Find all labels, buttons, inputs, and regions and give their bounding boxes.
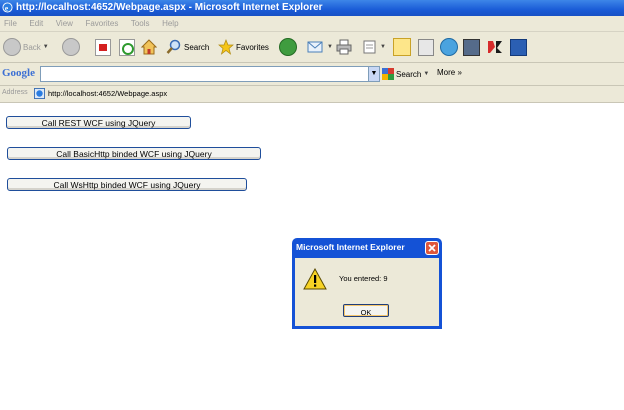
search-button[interactable]: Search [166,37,209,57]
back-label: Back [23,42,41,52]
mail-icon [307,41,323,53]
research-icon [418,38,434,56]
stop-button[interactable] [95,37,111,57]
menu-bar: File Edit View Favorites Tools Help [0,16,624,32]
star-icon [218,39,234,55]
google-toolbar: Google ▼ Search ▼ More » [0,63,624,86]
google-search-input[interactable] [40,66,372,82]
print-button[interactable] [336,37,352,57]
chevron-down-icon: ▼ [423,71,430,77]
addon-button-2[interactable] [487,37,503,57]
chevron-down-icon: ▼ [42,44,49,50]
notes-button[interactable] [393,37,411,57]
edit-page-icon [363,40,376,54]
back-arrow-icon [3,38,21,56]
google-more-button[interactable]: More » [437,68,462,77]
refresh-button[interactable] [119,37,135,57]
research-button[interactable] [418,37,434,57]
addon-button-1[interactable] [463,37,480,57]
menu-help[interactable]: Help [162,16,178,31]
window-icon [510,38,527,56]
address-label: Address [2,89,28,96]
home-icon [141,39,157,55]
google-search-icon [382,68,394,80]
tool-icon [463,38,480,56]
google-search-label: Search [396,69,422,79]
favorites-label: Favorites [236,42,269,52]
dialog-close-button[interactable] [425,241,439,255]
mail-button[interactable]: ▼ [307,37,333,57]
forward-button[interactable] [62,37,80,57]
addon-button-3[interactable] [510,37,527,57]
notes-icon [393,38,411,56]
dialog-body: You entered: 9 OK [295,258,439,326]
call-wshttp-wcf-button[interactable]: Call WsHttp binded WCF using JQuery [7,178,247,191]
window-title: http://localhost:4652/Webpage.aspx - Mic… [16,2,323,13]
ok-button[interactable]: OK [343,304,389,317]
alert-dialog: Microsoft Internet Explorer You entered:… [292,238,442,329]
stop-icon [95,38,111,56]
google-logo: Google [2,67,35,79]
search-label: Search [184,42,210,52]
history-button[interactable] [279,37,297,57]
page-icon [34,88,45,99]
call-rest-wcf-button[interactable]: Call REST WCF using JQuery [6,116,191,129]
edit-button[interactable]: ▼ [362,37,386,57]
title-bar: e http://localhost:4652/Webpage.aspx - M… [0,0,624,16]
dialog-message: You entered: 9 [339,274,388,283]
antivirus-icon [488,41,502,53]
back-button[interactable]: Back ▼ [3,37,49,57]
call-basichttp-wcf-button[interactable]: Call BasicHttp binded WCF using JQuery [7,147,261,160]
google-search-dropdown[interactable]: ▼ [368,66,380,82]
forward-arrow-icon [62,38,80,56]
warning-icon [303,268,327,290]
address-bar: Address http://localhost:4652/Webpage.as… [0,86,624,103]
menu-file[interactable]: File [4,16,17,31]
menu-tools[interactable]: Tools [131,16,150,31]
history-icon [279,38,297,56]
google-search-button[interactable]: Search ▼ [382,68,429,80]
standard-toolbar: Back ▼ Search Favorites ▼ ▼ [0,32,624,63]
ie-logo-icon: e [2,2,13,13]
chevron-down-icon: ▼ [327,44,333,50]
messenger-button[interactable] [440,37,458,57]
home-button[interactable] [141,37,157,57]
printer-icon [336,39,352,55]
dialog-title: Microsoft Internet Explorer [296,242,405,252]
menu-edit[interactable]: Edit [29,16,43,31]
close-icon [428,244,436,252]
messenger-icon [440,38,458,56]
chevron-down-icon: ▼ [380,44,386,50]
refresh-icon [119,38,135,56]
menu-favorites[interactable]: Favorites [85,16,118,31]
favorites-button[interactable]: Favorites [218,37,269,57]
search-icon [166,39,181,54]
menu-view[interactable]: View [56,16,73,31]
google-more-label: More » [437,68,462,77]
address-url[interactable]: http://localhost:4652/Webpage.aspx [48,89,167,98]
